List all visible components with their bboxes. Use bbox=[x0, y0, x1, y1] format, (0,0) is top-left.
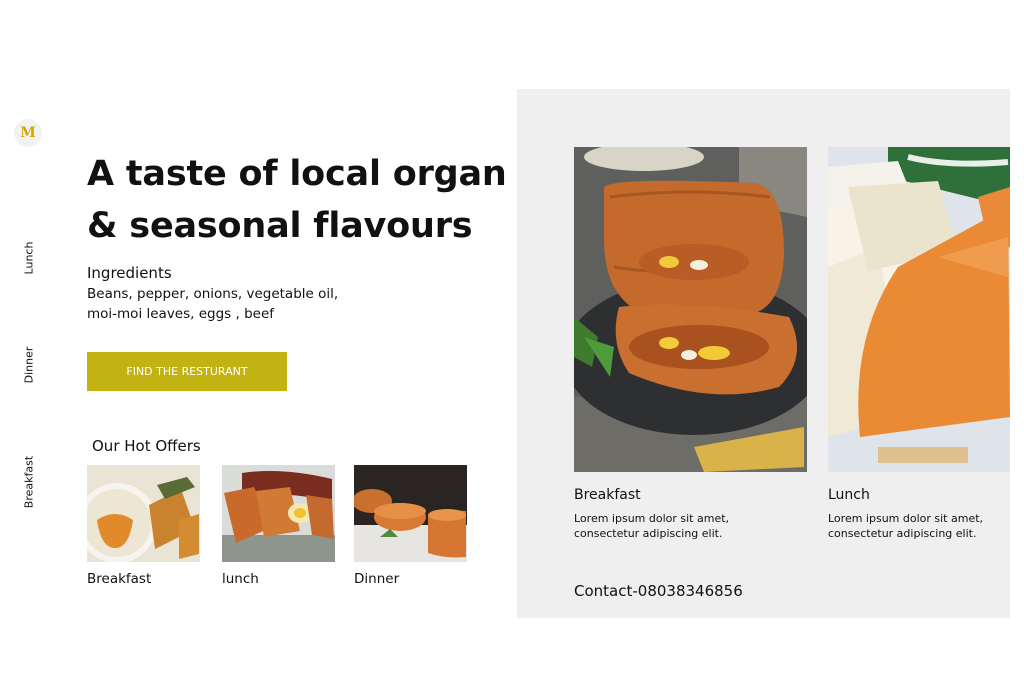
offer-card-dinner[interactable]: Dinner bbox=[354, 465, 467, 587]
featured-image-lunch bbox=[828, 147, 1010, 472]
featured-desc-lunch-line-1: Lorem ipsum dolor sit amet, bbox=[828, 512, 984, 525]
ingredients-text: Beans, pepper, onions, vegetable oil, mo… bbox=[87, 284, 387, 324]
sidebar-item-lunch[interactable]: Lunch bbox=[23, 242, 36, 275]
find-restaurant-button[interactable]: FIND THE RESTURANT bbox=[87, 352, 287, 391]
featured-desc-breakfast-line-1: Lorem ipsum dolor sit amet, bbox=[574, 512, 730, 525]
featured-image-breakfast bbox=[574, 147, 807, 472]
ingredients-line-1: Beans, pepper, onions, vegetable oil, bbox=[87, 286, 339, 302]
hot-offers-title: Our Hot Offers bbox=[92, 437, 201, 455]
featured-desc-breakfast-line-2: consectetur adipiscing elit. bbox=[574, 527, 723, 540]
offer-card-breakfast[interactable]: Breakfast bbox=[87, 465, 200, 587]
offer-image-dinner bbox=[354, 465, 467, 562]
featured-desc-lunch-line-2: consectetur adipiscing elit. bbox=[828, 527, 977, 540]
featured-desc-breakfast: Lorem ipsum dolor sit amet, consectetur … bbox=[574, 511, 774, 541]
featured-panel: Breakfast Lorem ipsum dolor sit amet, co… bbox=[517, 89, 1010, 618]
featured-card-breakfast[interactable]: Breakfast Lorem ipsum dolor sit amet, co… bbox=[574, 147, 807, 540]
offer-image-lunch bbox=[222, 465, 335, 562]
headline-line-2: & seasonal flavours bbox=[87, 206, 473, 246]
ingredients-title: Ingredients bbox=[87, 264, 172, 282]
offer-image-breakfast bbox=[87, 465, 200, 562]
headline-line-1: A taste of local organ bbox=[87, 154, 507, 194]
sidebar-item-dinner[interactable]: Dinner bbox=[23, 347, 36, 384]
sidebar-item-breakfast[interactable]: Breakfast bbox=[23, 456, 36, 508]
featured-desc-lunch: Lorem ipsum dolor sit amet, consectetur … bbox=[828, 511, 1024, 541]
featured-title-breakfast: Breakfast bbox=[574, 487, 641, 503]
ingredients-line-2: moi-moi leaves, eggs , beef bbox=[87, 306, 275, 322]
offer-label-breakfast: Breakfast bbox=[87, 571, 152, 587]
offer-card-lunch[interactable]: lunch bbox=[222, 465, 335, 587]
contact-info[interactable]: Contact-08038346856 bbox=[574, 582, 743, 600]
offer-label-dinner: Dinner bbox=[354, 571, 400, 587]
offer-label-lunch: lunch bbox=[222, 571, 259, 587]
brand-logo[interactable]: M bbox=[14, 119, 42, 147]
page-title: A taste of local organ & seasonal flavou… bbox=[87, 148, 507, 252]
logo-text: M bbox=[20, 125, 36, 141]
featured-title-lunch: Lunch bbox=[828, 487, 870, 503]
featured-card-lunch[interactable]: Lunch Lorem ipsum dolor sit amet, consec… bbox=[828, 147, 1010, 540]
